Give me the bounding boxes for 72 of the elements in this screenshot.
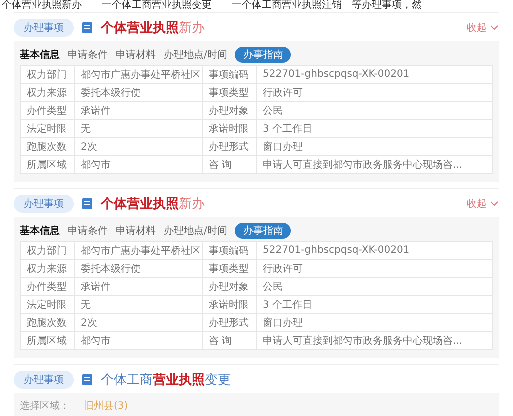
document-icon [82,22,93,34]
label-cell: 事项类型 [202,260,256,278]
category-badge: 办理事项 [14,19,74,37]
label-cell: 事项编码 [202,66,256,84]
value-cell: 委托本级行使 [74,260,202,278]
guide-button[interactable]: 办事指南 [235,223,292,239]
value-cell: 都匀市广惠办事处平桥社区 [74,66,202,84]
value-cell: 申请人可直接到都匀市政务服务中心现场咨... [256,156,492,174]
value-cell: 都匀市广惠办事处平桥社区 [74,242,202,260]
value-cell: 2次 [74,314,202,332]
value-cell: 行政许可 [256,84,492,102]
label-cell: 承诺时限 [202,120,256,138]
value-cell: 公民 [256,102,492,120]
value-cell: 3 个工作日 [256,296,492,314]
label-cell: 办件类型 [20,102,74,120]
label-cell: 办件类型 [20,278,74,296]
collapse-toggle[interactable]: 收起 [467,21,499,35]
item-title[interactable]: 个体营业执照新办 [101,19,205,37]
category-badge: 办理事项 [14,371,74,389]
tab[interactable]: 办理地点/时间 [164,48,228,62]
label-cell: 所属区域 [20,332,74,350]
label-cell: 权力来源 [20,84,74,102]
chevron-down-icon [490,201,499,207]
label-cell: 法定时限 [20,120,74,138]
label-cell: 法定时限 [20,296,74,314]
label-cell: 办理形式 [202,314,256,332]
value-cell: 承诺件 [74,278,202,296]
value-cell: 公民 [256,278,492,296]
guide-button[interactable]: 办事指南 [235,47,292,63]
value-cell: 522701-ghbscpqsq-XK-00201 [256,242,492,260]
collapse-toggle[interactable]: 收起 [467,197,499,211]
value-cell: 委托本级行使 [74,84,202,102]
item-title[interactable]: 个体营业执照新办 [101,195,205,213]
label-cell: 办理形式 [202,138,256,156]
item-title[interactable]: 个体工商营业执照变更 [101,371,231,389]
value-cell: 都匀市 [74,332,202,350]
value-cell: 行政许可 [256,260,492,278]
chevron-down-icon [490,25,499,31]
label-cell: 咨 询 [202,156,256,174]
label-cell: 咨 询 [202,332,256,350]
value-cell: 2次 [74,138,202,156]
tab[interactable]: 申请条件 [68,224,108,238]
label-cell: 跑腿次数 [20,138,74,156]
value-cell: 无 [74,296,202,314]
label-cell: 办理对象 [202,102,256,120]
value-cell: 承诺件 [74,102,202,120]
label-cell: 跑腿次数 [20,314,74,332]
value-cell: 申请人可直接到都匀市政务服务中心现场咨... [256,332,492,350]
category-badge: 办理事项 [14,195,74,213]
document-icon [82,198,93,210]
tab[interactable]: 基本信息 [20,224,60,238]
value-cell: 都匀市 [74,156,202,174]
label-cell: 办理对象 [202,278,256,296]
tab[interactable]: 申请材料 [116,224,156,238]
filter-label: 选择区域： [20,400,70,413]
value-cell: 3 个工作日 [256,120,492,138]
value-cell: 窗口办理 [256,314,492,332]
label-cell: 权力部门 [20,66,74,84]
document-icon [82,374,93,386]
label-cell: 权力部门 [20,242,74,260]
tab[interactable]: 申请条件 [68,48,108,62]
value-cell: 522701-ghbscpqsq-XK-00201 [256,66,492,84]
value-cell: 无 [74,120,202,138]
label-cell: 承诺时限 [202,296,256,314]
label-cell: 事项类型 [202,84,256,102]
label-cell: 权力来源 [20,260,74,278]
label-cell: 所属区域 [20,156,74,174]
tab[interactable]: 办理地点/时间 [164,224,228,238]
tab[interactable]: 申请材料 [116,48,156,62]
tab[interactable]: 基本信息 [20,48,60,62]
label-cell: 事项编码 [202,242,256,260]
value-cell: 窗口办理 [256,138,492,156]
